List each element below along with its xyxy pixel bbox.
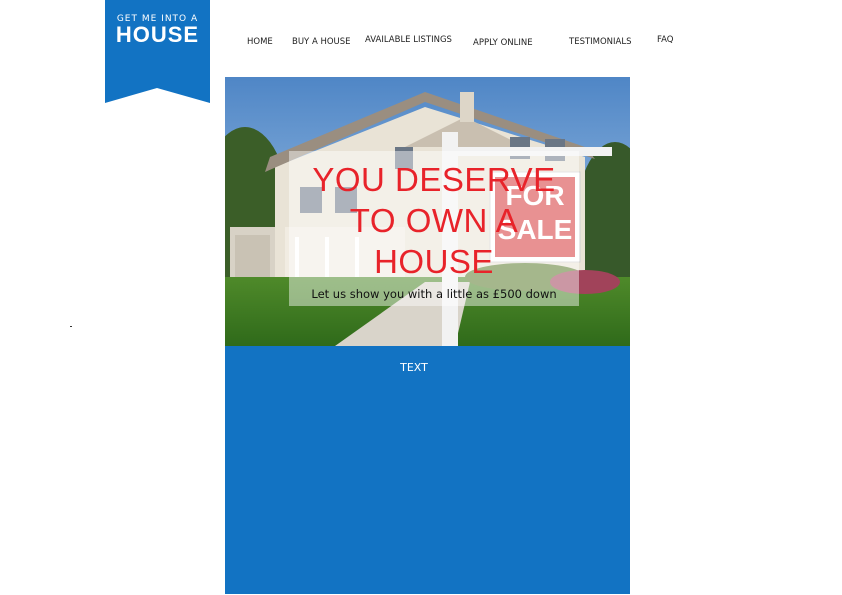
hero-title: YOU DESERVE TO OWN A HOUSE: [312, 161, 556, 280]
nav-testimonials[interactable]: TESTIMONIALS: [569, 37, 632, 47]
logo-text-main: HOUSE: [115, 22, 200, 47]
nav-home[interactable]: HOME: [247, 37, 273, 47]
stray-mark: [70, 326, 72, 327]
panel-text: TEXT: [400, 361, 428, 374]
site-logo[interactable]: GET ME INTO A HOUSE: [105, 0, 210, 104]
nav-faq[interactable]: FAQ: [657, 35, 673, 45]
nav-buy-a-house[interactable]: BUY A HOUSE: [292, 37, 351, 47]
content-panel: TEXT: [225, 346, 630, 594]
hero-banner: FOR SALE YOU DESERVE TO OWN A HOUSE Let …: [225, 77, 630, 346]
nav-apply-online[interactable]: APPLY ONLINE: [473, 38, 533, 48]
nav-available-listings[interactable]: AVAILABLE LISTINGS: [365, 35, 452, 45]
hero-subtitle: Let us show you with a little as £500 do…: [311, 287, 557, 301]
